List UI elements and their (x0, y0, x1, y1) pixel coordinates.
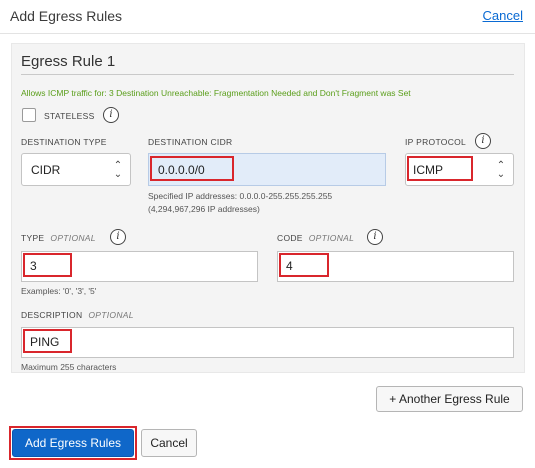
type-label: TYPE OPTIONAL (21, 233, 96, 243)
cancel-button[interactable]: Cancel (141, 429, 197, 457)
ip-protocol-info-icon[interactable]: i (475, 133, 491, 149)
destination-cidr-help-2: (4,294,967,296 IP addresses) (148, 204, 260, 214)
add-egress-rules-button[interactable]: Add Egress Rules (12, 429, 134, 457)
description-value: PING (30, 335, 60, 349)
stateless-checkbox[interactable] (22, 108, 36, 122)
destination-type-value: CIDR (31, 163, 61, 177)
stateless-info-icon[interactable]: i (103, 107, 119, 123)
destination-cidr-label: DESTINATION CIDR (148, 137, 233, 147)
rule-divider (21, 74, 514, 75)
header-divider (0, 33, 535, 34)
dialog-title: Add Egress Rules (10, 8, 123, 24)
destination-cidr-value: 0.0.0.0/0 (158, 163, 205, 177)
ip-protocol-value: ICMP (413, 163, 443, 177)
select-caret-icon: ⌃ ⌄ (113, 160, 123, 180)
destination-type-select[interactable]: CIDR ⌃ ⌄ (21, 153, 131, 186)
destination-type-label: DESTINATION TYPE (21, 137, 107, 147)
rule-title: Egress Rule 1 (21, 53, 116, 70)
cancel-link[interactable]: Cancel (483, 8, 523, 23)
code-value: 4 (286, 259, 293, 273)
code-info-icon[interactable]: i (367, 229, 383, 245)
type-value: 3 (30, 259, 37, 273)
type-help: Examples: '0', '3', '5' (21, 286, 97, 296)
select-caret-icon: ⌃ ⌄ (496, 160, 506, 180)
description-label: DESCRIPTION OPTIONAL (21, 310, 134, 320)
description-help: Maximum 255 characters (21, 362, 117, 372)
destination-cidr-help-1: Specified IP addresses: 0.0.0.0-255.255.… (148, 191, 333, 201)
another-egress-rule-button[interactable]: + Another Egress Rule (376, 386, 523, 412)
type-info-icon[interactable]: i (110, 229, 126, 245)
rule-info-text: Allows ICMP traffic for: 3 Destination U… (21, 88, 411, 98)
ip-protocol-label: IP PROTOCOL (405, 137, 467, 147)
code-label: CODE OPTIONAL (277, 233, 355, 243)
stateless-label: STATELESS (44, 111, 95, 121)
description-input[interactable] (21, 327, 514, 358)
